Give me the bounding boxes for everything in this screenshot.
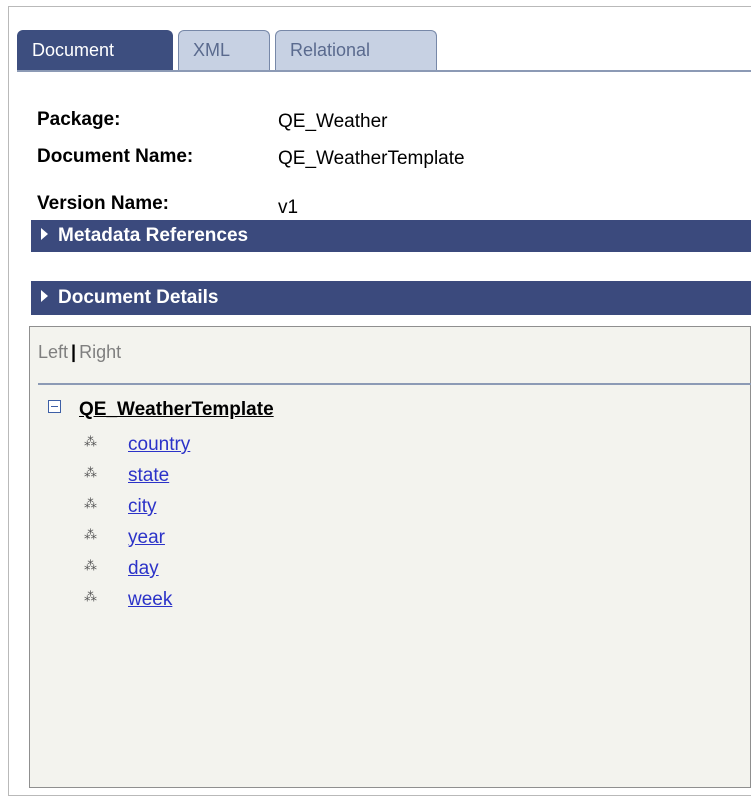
tab-bar: Document XML Relational [17, 28, 751, 74]
panel-divider [38, 383, 751, 385]
tree-item-link[interactable]: city [128, 496, 157, 517]
tab-xml[interactable]: XML [178, 30, 270, 70]
metadata-references-label: Metadata References [58, 225, 249, 246]
expand-triangle-icon [41, 227, 48, 240]
tab-underline [17, 70, 751, 72]
tree-item-link[interactable]: country [128, 434, 190, 455]
tree-root: QE_WeatherTemplate [48, 399, 274, 421]
tree-item-link[interactable]: week [128, 589, 172, 610]
tree-item-link[interactable]: state [128, 465, 169, 486]
document-details-label: Document Details [58, 287, 219, 308]
expand-triangle-icon [41, 289, 48, 302]
metadata-references-header[interactable]: Metadata References [31, 220, 751, 252]
tree-item: ⁂ city [84, 494, 190, 525]
tab-xml-label: XML [193, 40, 231, 60]
left-link[interactable]: Left [38, 342, 68, 362]
tree-root-link[interactable]: QE_WeatherTemplate [79, 399, 274, 420]
element-node-icon: ⁂ [84, 558, 97, 573]
element-node-icon: ⁂ [84, 496, 97, 511]
package-value: QE_Weather [278, 111, 388, 132]
tab-relational[interactable]: Relational [275, 30, 437, 70]
tree-item: ⁂ state [84, 463, 190, 494]
tree-item: ⁂ week [84, 587, 190, 618]
document-details-header[interactable]: Document Details [31, 281, 751, 315]
package-label: Package: [37, 109, 121, 130]
tree-item: ⁂ country [84, 432, 190, 463]
element-node-icon: ⁂ [84, 465, 97, 480]
left-right-separator: | [71, 342, 77, 362]
tree-item: ⁂ day [84, 556, 190, 587]
tab-relational-label: Relational [290, 40, 371, 60]
tab-document-label: Document [32, 40, 115, 60]
collapse-icon[interactable] [48, 400, 61, 414]
tree-children: ⁂ country ⁂ state ⁂ city ⁂ year ⁂ day ⁂ week [84, 432, 190, 618]
right-link[interactable]: Right [79, 342, 121, 362]
document-details-panel: Left | Right QE_WeatherTemplate ⁂ country ⁂… [29, 326, 751, 788]
document-name-value: QE_WeatherTemplate [278, 148, 465, 169]
tab-document[interactable]: Document [17, 30, 173, 70]
element-node-icon: ⁂ [84, 434, 97, 449]
version-name-label: Version Name: [37, 193, 169, 214]
left-right-toggle: Left | Right [38, 342, 121, 363]
document-name-label: Document Name: [37, 146, 194, 167]
tree-item: ⁂ year [84, 525, 190, 556]
element-node-icon: ⁂ [84, 589, 97, 604]
element-node-icon: ⁂ [84, 527, 97, 542]
tree-item-link[interactable]: day [128, 558, 159, 579]
tree-item-link[interactable]: year [128, 527, 165, 548]
version-name-value: v1 [278, 197, 299, 218]
